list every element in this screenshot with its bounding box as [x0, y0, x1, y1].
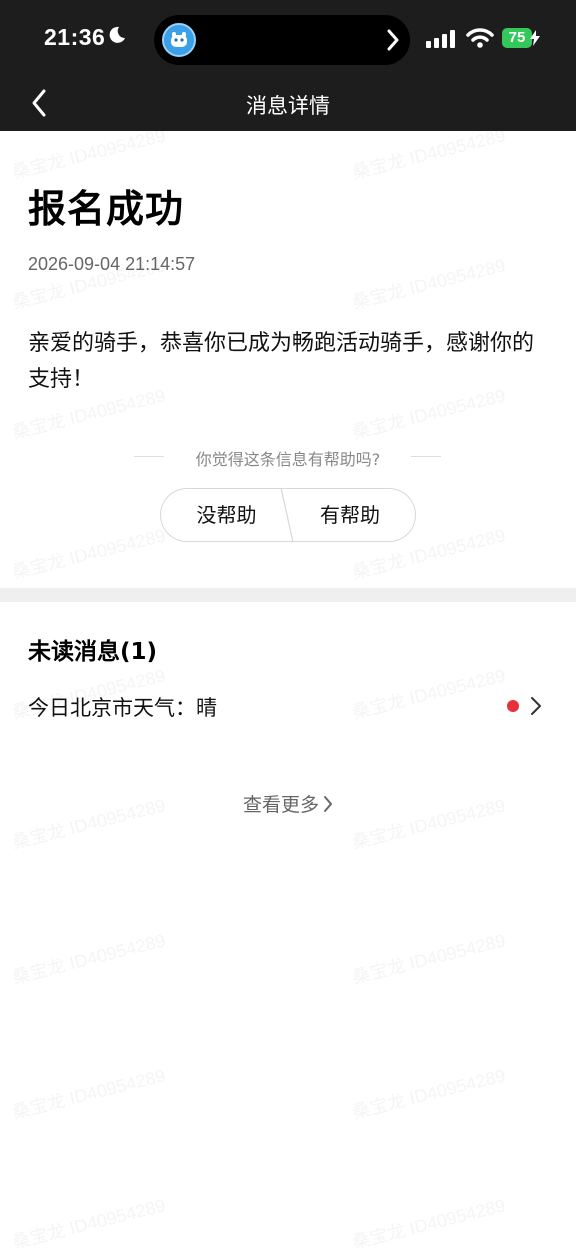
section-divider [0, 588, 576, 602]
list-item[interactable]: 今日北京市天气：晴 [28, 690, 548, 724]
view-more-label: 查看更多 [242, 794, 319, 816]
message-timestamp: 2026-09-04 21:14:57 [28, 254, 196, 274]
app-icon [162, 23, 196, 57]
status-bar: 21:36 75 [0, 0, 576, 80]
not-helpful-button[interactable]: 没帮助 [160, 488, 292, 542]
battery-indicator: 75 [502, 28, 532, 48]
watermark-text: 桑宝龙 ID40954289 [349, 251, 508, 314]
button-separator [280, 487, 294, 546]
divider-line [411, 456, 441, 457]
chevron-right-icon [386, 29, 400, 55]
list-item-text: 今日北京市天气：晴 [28, 696, 217, 720]
view-more-link[interactable]: 查看更多 [0, 790, 576, 818]
charging-icon [530, 30, 540, 50]
watermark-text: 桑宝龙 ID40954289 [349, 1191, 508, 1248]
signal-icon [426, 30, 456, 52]
watermark-text: 桑宝龙 ID40954289 [9, 1061, 168, 1124]
status-time: 21:36 [44, 24, 106, 50]
page-title: 消息详情 [246, 94, 330, 118]
watermark-text: 桑宝龙 ID40954289 [9, 926, 168, 989]
nav-bar: 消息详情 [0, 80, 576, 131]
watermark-text: 桑宝龙 ID40954289 [9, 521, 168, 584]
helpful-button[interactable]: 有帮助 [285, 488, 416, 542]
message-body: 亲爱的骑手，恭喜你已成为畅跑活动骑手，感谢你的支持！ [28, 331, 535, 392]
chevron-right-icon [323, 795, 333, 818]
feedback-question: 你觉得这条信息有帮助吗? [195, 450, 381, 469]
unread-dot-icon [507, 700, 519, 712]
chevron-right-icon [530, 696, 542, 720]
message-title: 报名成功 [28, 187, 185, 231]
wifi-icon [466, 27, 494, 53]
watermark-text: 桑宝龙 ID40954289 [349, 1061, 508, 1124]
moon-icon [108, 26, 126, 48]
dynamic-island[interactable] [154, 15, 410, 65]
watermark-text: 桑宝龙 ID40954289 [349, 926, 508, 989]
watermark-text: 桑宝龙 ID40954289 [9, 1191, 168, 1248]
unread-section-title: 未读消息(1) [28, 639, 158, 665]
